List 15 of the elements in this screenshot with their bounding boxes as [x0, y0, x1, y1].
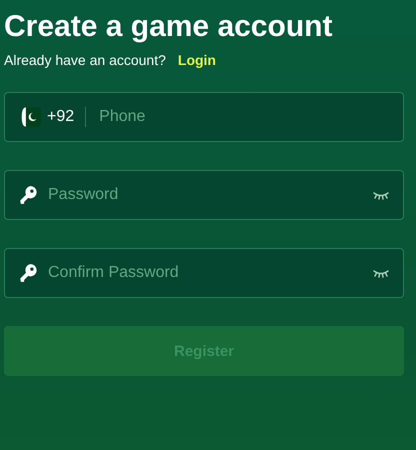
page-title: Create a game account	[4, 9, 334, 45]
password-input[interactable]: Password	[46, 185, 373, 205]
eye-closed-icon[interactable]	[373, 268, 389, 278]
password-field[interactable]: Password	[4, 170, 404, 220]
password-field[interactable]: Confirm Password	[4, 248, 404, 298]
password-input[interactable]: Confirm Password	[46, 263, 373, 283]
flag-icon	[19, 106, 41, 128]
eye-closed-icon[interactable]	[373, 190, 389, 200]
key-icon	[19, 263, 37, 283]
key-icon	[19, 185, 37, 205]
login-link[interactable]: Login	[178, 52, 216, 68]
phone-input[interactable]: Phone	[97, 107, 389, 127]
phone-field[interactable]: +92 Phone	[4, 92, 404, 142]
country-code[interactable]: +92	[47, 108, 74, 126]
login-prompt: Already have an account?	[4, 52, 166, 68]
